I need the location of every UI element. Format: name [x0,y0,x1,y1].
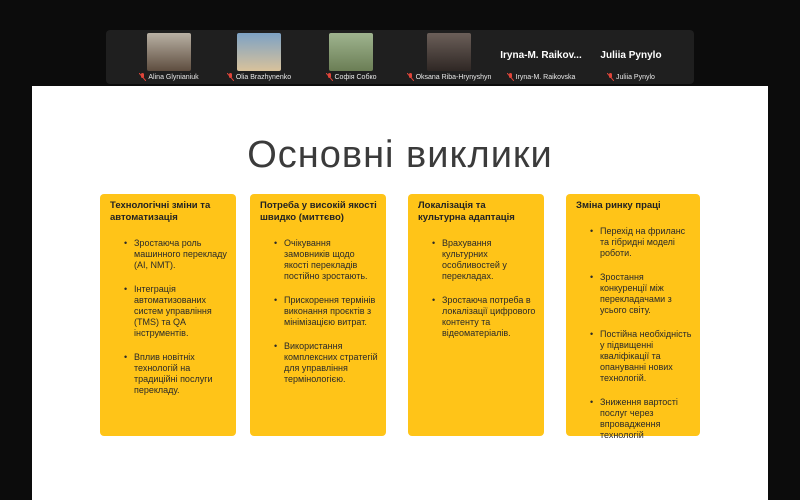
mic-off-icon [607,73,615,81]
participants-strip: Alina Glynianiuk Olia Brazhynenko Софія … [106,30,694,84]
participant-video [427,33,471,71]
bullet-item: Зростання конкуренції між перекладачами … [590,272,692,316]
participant-tile[interactable]: Софія Собко [302,30,400,84]
bullet-item: Зниження вартості послуг через впровадже… [590,397,692,441]
participant-label: Iryna-M. Raikovska [492,73,590,81]
slide-title: Основні виклики [247,134,553,176]
bullet-item: Зростаюча потреба в локалізації цифровог… [432,295,536,339]
card-title: Потреба у високій якості швидко (миттєво… [260,200,377,223]
mic-off-icon [325,73,333,81]
participant-label: Juliia Pynylo [582,73,680,81]
card-localization: Локалізація та культурна адаптація Враху… [408,194,544,436]
bullet-item: Врахування культурних особливостей у пер… [432,238,536,282]
card-tech-changes: Технологічні зміни та автоматизація Зрос… [100,194,236,436]
participant-label: Софія Собко [302,73,400,81]
card-quality-speed: Потреба у високій якості швидко (миттєво… [250,194,386,436]
mic-off-icon [506,73,514,81]
shared-slide: Основні виклики Технологічні зміни та ав… [32,86,768,500]
bullet-item: Зростаюча роль машинного перекладу (AI, … [124,238,228,271]
bullet-list: Перехід на фриланс та гібридні моделі ро… [576,226,692,441]
participant-video [329,33,373,71]
participant-display-name: Iryna-M. Raikov... [500,50,582,61]
card-labor-market: Зміна ринку праці Перехід на фриланс та … [566,194,700,440]
mic-off-icon [139,73,147,81]
bullet-item: Очікування замовників щодо якості перекл… [274,238,378,282]
participant-label: Olia Brazhynenko [210,73,308,81]
participant-video [237,33,281,71]
card-title: Локалізація та культурна адаптація [418,200,515,223]
participant-video [147,33,191,71]
participant-label: Oksana Riba-Hrynyshyn [400,73,498,81]
bullet-list: Зростаюча роль машинного перекладу (AI, … [110,238,228,396]
bullet-item: Інтеграція автоматизованих систем управл… [124,284,228,339]
participant-tile[interactable]: Olia Brazhynenko [210,30,308,84]
participant-tile[interactable]: Oksana Riba-Hrynyshyn [400,30,498,84]
mic-off-icon [226,73,234,81]
bullet-item: Використання комплексних стратегій для у… [274,341,378,385]
participant-display-name: Juliia Pynylo [600,50,662,61]
participant-label: Alina Glynianiuk [120,73,218,81]
bullet-item: Прискорення термінів виконання проєктів … [274,295,378,328]
card-title: Технологічні зміни та автоматизація [110,200,211,223]
bullet-item: Вплив новітніх технологій на традиційні … [124,352,228,396]
participant-tile[interactable]: Iryna-M. Raikov... Iryna-M. Raikovska [492,30,590,84]
bullet-item: Постійна необхідність у підвищенні квалі… [590,329,692,384]
bullet-item: Перехід на фриланс та гібридні моделі ро… [590,226,692,259]
card-title: Зміна ринку праці [576,200,661,211]
bullet-list: Врахування культурних особливостей у пер… [418,238,536,339]
mic-off-icon [406,73,414,81]
participant-tile[interactable]: Alina Glynianiuk [120,30,218,84]
bullet-list: Очікування замовників щодо якості перекл… [260,238,378,385]
participant-tile[interactable]: Juliia Pynylo Juliia Pynylo [582,30,680,84]
